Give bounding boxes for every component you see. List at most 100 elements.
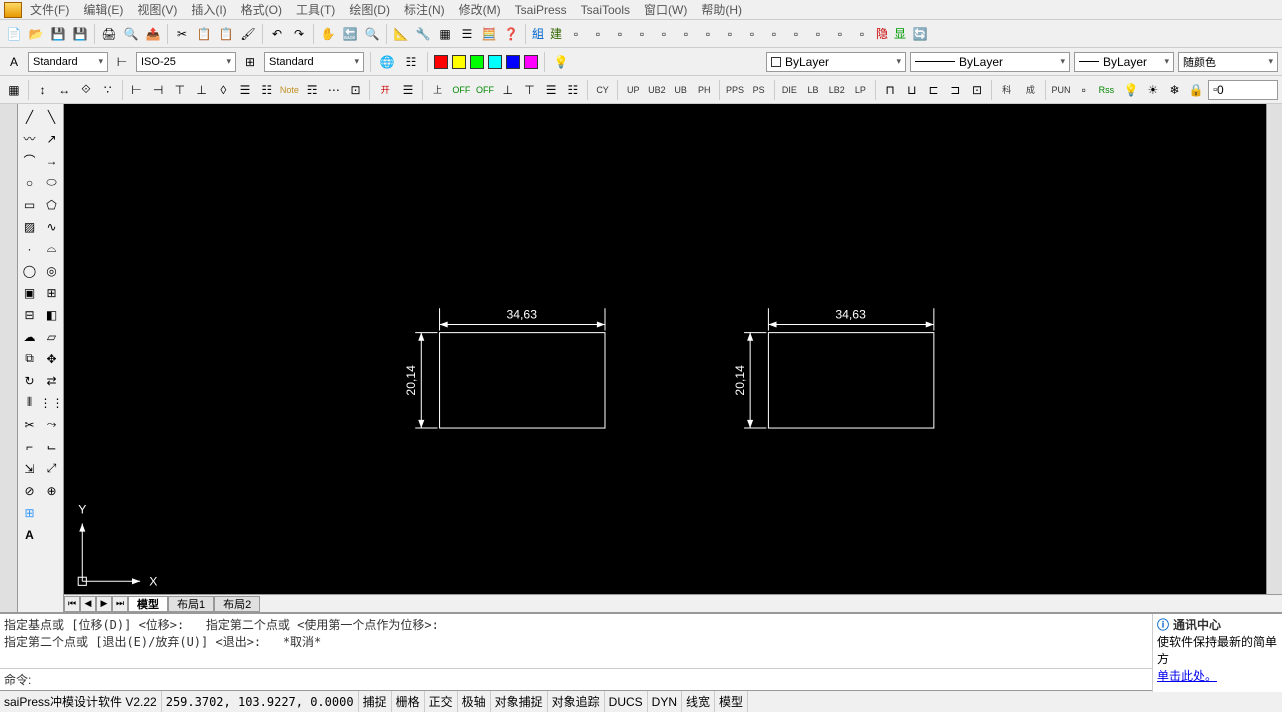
chamfer-icon[interactable]: ⌙ (41, 436, 62, 457)
t3-note-icon[interactable]: Note (279, 81, 301, 99)
refresh-icon[interactable]: 🔄 (910, 24, 930, 44)
linetype-dropdown[interactable]: ByLayer (910, 52, 1070, 72)
menu-tsaitools[interactable]: TsaiTools (575, 3, 636, 17)
new-icon[interactable]: 📄 (4, 24, 24, 44)
tb1b-i8-icon[interactable]: ▫ (720, 24, 740, 44)
table2-icon[interactable]: ⊞ (19, 502, 40, 523)
t3-b7-icon[interactable]: ⊤ (170, 80, 190, 100)
rect-2[interactable] (768, 333, 933, 428)
tb1b-i7-icon[interactable]: ▫ (698, 24, 718, 44)
paste-icon[interactable]: 📋 (216, 24, 236, 44)
hatch-icon[interactable]: ▨ (19, 216, 40, 237)
light-icon[interactable]: 💡 (1121, 80, 1141, 100)
wipeout-icon[interactable]: ▱ (41, 326, 62, 347)
color-green[interactable] (470, 55, 484, 69)
tb1b-i10-icon[interactable]: ▫ (764, 24, 784, 44)
tab-layout2[interactable]: 布局2 (214, 596, 260, 612)
toggle-dyn[interactable]: DYN (648, 691, 682, 712)
rb-icon[interactable]: ▫ (1074, 80, 1094, 100)
tb1b-i13-icon[interactable]: ▫ (830, 24, 850, 44)
tb1b-i6-icon[interactable]: ▫ (676, 24, 696, 44)
bylayer-icon[interactable]: ☷ (401, 52, 421, 72)
g2-icon[interactable]: ⊔ (902, 80, 922, 100)
tb1b-i4-icon[interactable]: ▫ (632, 24, 652, 44)
ub2-btn[interactable]: UB2 (646, 81, 668, 99)
hide-label[interactable]: 隐 (874, 25, 890, 42)
menu-format[interactable]: 格式(O) (235, 1, 288, 18)
t3-b11-icon[interactable]: ☷ (257, 80, 277, 100)
textstyle-icon[interactable]: A (4, 52, 24, 72)
tb1b-i1-icon[interactable]: ▫ (566, 24, 586, 44)
ellipse2-icon[interactable]: ◯ (19, 260, 40, 281)
properties-icon[interactable]: 🔧 (413, 24, 433, 44)
g5-icon[interactable]: ⊡ (967, 80, 987, 100)
color-magenta[interactable] (524, 55, 538, 69)
extend-icon[interactable]: ⤳ (41, 414, 62, 435)
tb1b-i12-icon[interactable]: ▫ (808, 24, 828, 44)
up-btn[interactable]: 上 (427, 81, 449, 99)
copy-icon[interactable]: 📋 (194, 24, 214, 44)
t3-b6-icon[interactable]: ⊣ (148, 80, 168, 100)
drawing-canvas[interactable]: 34,63 20,14 34,63 20,14 (64, 104, 1282, 612)
move-icon[interactable]: ✥ (41, 348, 62, 369)
color-red[interactable] (434, 55, 448, 69)
toggle-model[interactable]: 模型 (715, 691, 748, 712)
xline-icon[interactable]: ↗ (41, 128, 62, 149)
tab-first[interactable]: ⏮ (64, 596, 80, 612)
pan-icon[interactable]: ✋ (318, 24, 338, 44)
line2-icon[interactable]: ╲ (41, 106, 62, 127)
group-label[interactable]: 組 (530, 25, 546, 42)
menu-tsaipress[interactable]: TsaiPress (509, 3, 573, 17)
off2-btn[interactable]: OFF (474, 81, 496, 99)
insert-icon[interactable]: ⊞ (41, 282, 62, 303)
t3-b13-icon[interactable]: ⋯ (324, 80, 344, 100)
break-icon[interactable]: ⊘ (19, 480, 40, 501)
t3-b14-icon[interactable]: ⊡ (346, 80, 366, 100)
d3-icon[interactable]: ☰ (541, 80, 561, 100)
menu-edit[interactable]: 编辑(E) (77, 1, 129, 18)
t3-b5-icon[interactable]: ⊢ (127, 80, 147, 100)
t3-b2-icon[interactable]: ↔ (54, 80, 74, 100)
menu-dim[interactable]: 标注(N) (398, 1, 451, 18)
table-icon[interactable]: ⊟ (19, 304, 40, 325)
d2-icon[interactable]: ⊤ (520, 80, 540, 100)
dimstyle-dropdown[interactable]: ISO-25 (136, 52, 236, 72)
calc-icon[interactable]: 🧮 (479, 24, 499, 44)
ub-btn[interactable]: UB (670, 81, 692, 99)
menu-file[interactable]: 文件(F) (24, 1, 75, 18)
scale-icon[interactable]: ⤢ (41, 458, 62, 479)
open-btn[interactable]: 开 (374, 81, 396, 99)
donut-icon[interactable]: ◎ (41, 260, 62, 281)
sun-icon[interactable]: ☀ (1143, 80, 1163, 100)
color-cyan[interactable] (488, 55, 502, 69)
rect-1[interactable] (440, 333, 605, 428)
pps-btn[interactable]: PPS (724, 81, 746, 99)
toggle-grid[interactable]: 栅格 (392, 691, 425, 712)
cheng-btn[interactable]: 成 (1020, 81, 1042, 99)
t3-b3-icon[interactable]: ⟐ (76, 80, 96, 100)
array-icon[interactable]: ⋮⋮ (41, 392, 62, 413)
show-label[interactable]: 显 (892, 25, 908, 42)
undo-icon[interactable]: ↶ (267, 24, 287, 44)
t3-b12-icon[interactable]: ☶ (302, 80, 322, 100)
menu-help[interactable]: 帮助(H) (695, 1, 748, 18)
trim-icon[interactable]: ✂ (19, 414, 40, 435)
tb1b-i9-icon[interactable]: ▫ (742, 24, 762, 44)
command-input[interactable] (31, 673, 1278, 687)
menu-draw[interactable]: 绘图(D) (343, 1, 396, 18)
spline-icon[interactable]: ∿ (41, 216, 62, 237)
textstyle-dropdown[interactable]: Standard (28, 52, 108, 72)
toggle-ortho[interactable]: 正交 (425, 691, 458, 712)
tb1b-i2-icon[interactable]: ▫ (588, 24, 608, 44)
tab-layout1[interactable]: 布局1 (168, 596, 214, 612)
fillet-icon[interactable]: ⌐ (19, 436, 40, 457)
die-btn[interactable]: DIE (779, 81, 801, 99)
stretch-icon[interactable]: ⇲ (19, 458, 40, 479)
menu-view[interactable]: 视图(V) (131, 1, 183, 18)
t3-b8-icon[interactable]: ⊥ (192, 80, 212, 100)
rect-icon[interactable]: ▭ (19, 194, 40, 215)
tb1b-i14-icon[interactable]: ▫ (852, 24, 872, 44)
point-icon[interactable]: · (19, 238, 40, 259)
t3-b1-icon[interactable]: ↕ (33, 80, 53, 100)
lb2-btn[interactable]: LB2 (826, 81, 848, 99)
